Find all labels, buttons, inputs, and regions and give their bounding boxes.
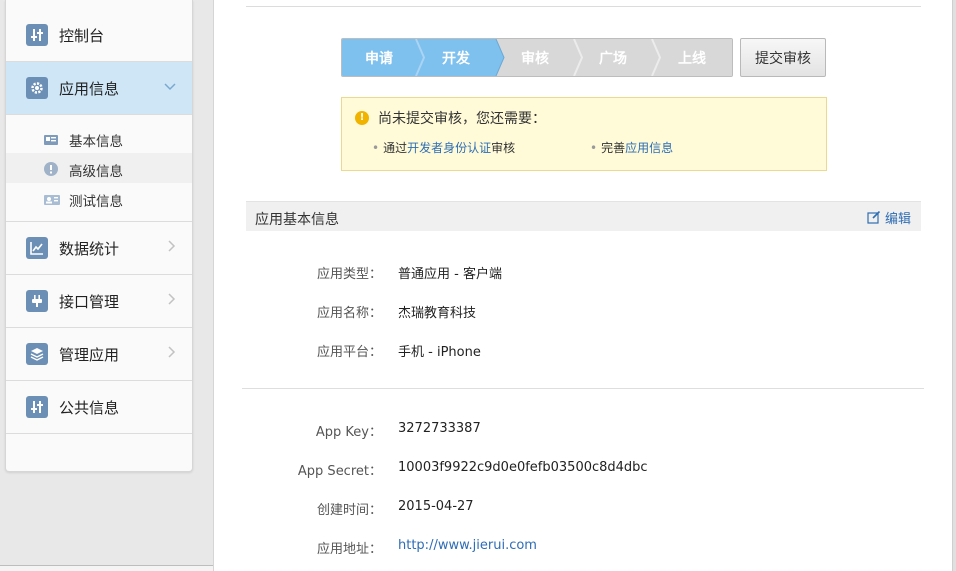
field-value: 普通应用 - 客户端: [398, 267, 502, 282]
progress-steps: 申请 开发 审核 广场 上线: [341, 38, 733, 77]
edit-icon: [867, 211, 881, 224]
layers-icon: [26, 343, 48, 365]
warning-icon: !: [355, 111, 369, 125]
step-label: 广场: [599, 50, 627, 67]
sidebar: 控制台 应用信息 基本信息 高级信息 测试信息 数据统计 接口管理 管理应用 公…: [5, 0, 193, 472]
sidebar-item-label: 应用信息: [59, 80, 120, 98]
sliders-icon: [26, 24, 48, 46]
chevron-right-icon: [168, 240, 176, 256]
sidebar-item-api-management[interactable]: 接口管理: [6, 275, 192, 328]
step-label: 申请: [365, 50, 393, 67]
sidebar-subitem-label: 基本信息: [69, 134, 123, 150]
id-card-icon: [44, 131, 58, 145]
step-launch: 上线: [652, 39, 732, 76]
info-row-app-secret: App Secret： 10003f9922c9d0e0fefb03500c8d…: [214, 460, 953, 480]
field-label: 创建时间：: [316, 503, 382, 518]
field-value: http://www.jierui.com: [398, 538, 537, 553]
sidebar-item-public-info[interactable]: 公共信息: [6, 381, 192, 434]
step-review: 审核: [496, 39, 574, 76]
user-card-icon: [44, 191, 60, 205]
step-label: 开发: [442, 50, 470, 67]
step-label: 上线: [678, 50, 706, 67]
info-row-type: 应用类型： 普通应用 - 客户端: [214, 263, 953, 283]
field-label: App Secret：: [297, 464, 382, 479]
main-panel: 申请 开发 审核 广场 上线 提交审核 ! 尚未提交审核，您还需要： • 通过开发…: [213, 0, 952, 571]
plug-icon: [26, 290, 48, 312]
step-plaza: 广场: [574, 39, 652, 76]
scroll-edge: [952, 0, 956, 571]
notice-title: 尚未提交审核，您还需要：: [378, 111, 546, 127]
divider: [246, 6, 921, 7]
edit-button[interactable]: 编辑: [867, 208, 911, 227]
bullet-icon: •: [590, 141, 598, 155]
info-row-url: 应用地址： http://www.jierui.com: [214, 538, 953, 558]
field-label: 应用类型：: [316, 267, 382, 282]
sidebar-subitem-label: 高级信息: [69, 164, 123, 180]
sidebar-item-label: 管理应用: [59, 346, 120, 364]
section-header: 应用基本信息 编辑: [246, 201, 921, 231]
step-label: 审核: [521, 50, 549, 67]
chevron-right-icon: [168, 346, 176, 362]
developer-auth-link[interactable]: 开发者身份认证: [407, 141, 491, 155]
requirement-text: 审核: [491, 141, 516, 155]
sidebar-subitem-label: 测试信息: [69, 194, 123, 210]
submit-review-button[interactable]: 提交审核: [740, 38, 826, 77]
notice-box: ! 尚未提交审核，您还需要： • 通过开发者身份认证审核 • 完善应用信息: [341, 97, 827, 171]
sidebar-item-label: 控制台: [59, 27, 105, 45]
chevron-right-icon: [168, 293, 176, 309]
chevron-down-icon: [164, 80, 176, 95]
sidebar-item-label: 公共信息: [59, 399, 120, 417]
app-info-link[interactable]: 应用信息: [625, 141, 673, 155]
field-label: App Key：: [315, 425, 382, 440]
requirement-text: 通过: [383, 141, 408, 155]
info-row-platform: 应用平台： 手机 - iPhone: [214, 341, 953, 361]
field-value: 2015-04-27: [398, 499, 474, 514]
field-value: 3272733387: [398, 421, 481, 436]
step-apply: 申请: [342, 39, 416, 76]
info-row-app-key: App Key： 3272733387: [214, 421, 953, 441]
sidebar-subitem-advanced-info[interactable]: 高级信息: [6, 153, 192, 183]
info-icon: [44, 161, 58, 176]
divider: [242, 388, 924, 389]
sidebar-item-label: 接口管理: [59, 293, 120, 311]
sidebar-item-app-info[interactable]: 应用信息: [6, 62, 192, 115]
sidebar-item-console[interactable]: 控制台: [6, 9, 192, 62]
gear-icon: [26, 77, 48, 99]
requirement-text: 完善: [601, 141, 626, 155]
app-info-submenu: 基本信息 高级信息 测试信息: [6, 114, 192, 222]
sliders-icon: [26, 396, 48, 418]
field-label: 应用地址：: [316, 542, 382, 557]
edit-label: 编辑: [884, 212, 911, 227]
info-row-created: 创建时间： 2015-04-27: [214, 499, 953, 519]
field-label: 应用平台：: [316, 345, 382, 360]
field-label: 应用名称：: [316, 306, 382, 321]
sidebar-item-statistics[interactable]: 数据统计: [6, 222, 192, 275]
step-develop: 开发: [416, 39, 496, 76]
requirement-item: • 通过开发者身份认证审核: [372, 139, 515, 156]
field-value: 杰瑞教育科技: [398, 306, 477, 321]
field-value: 10003f9922c9d0e0fefb03500c8d4dbc: [398, 460, 648, 475]
sidebar-item-label: 数据统计: [59, 240, 120, 258]
bullet-icon: •: [372, 141, 380, 155]
requirement-item: • 完善应用信息: [590, 139, 673, 156]
section-title: 应用基本信息: [255, 212, 339, 228]
sidebar-subitem-basic-info[interactable]: 基本信息: [6, 123, 192, 153]
sidebar-subitem-test-info[interactable]: 测试信息: [6, 183, 192, 213]
field-value: 手机 - iPhone: [398, 345, 481, 360]
sidebar-item-manage-apps[interactable]: 管理应用: [6, 328, 192, 381]
info-row-name: 应用名称： 杰瑞教育科技: [214, 302, 953, 322]
line-chart-icon: [26, 237, 48, 259]
app-url-link[interactable]: http://www.jierui.com: [398, 538, 537, 553]
